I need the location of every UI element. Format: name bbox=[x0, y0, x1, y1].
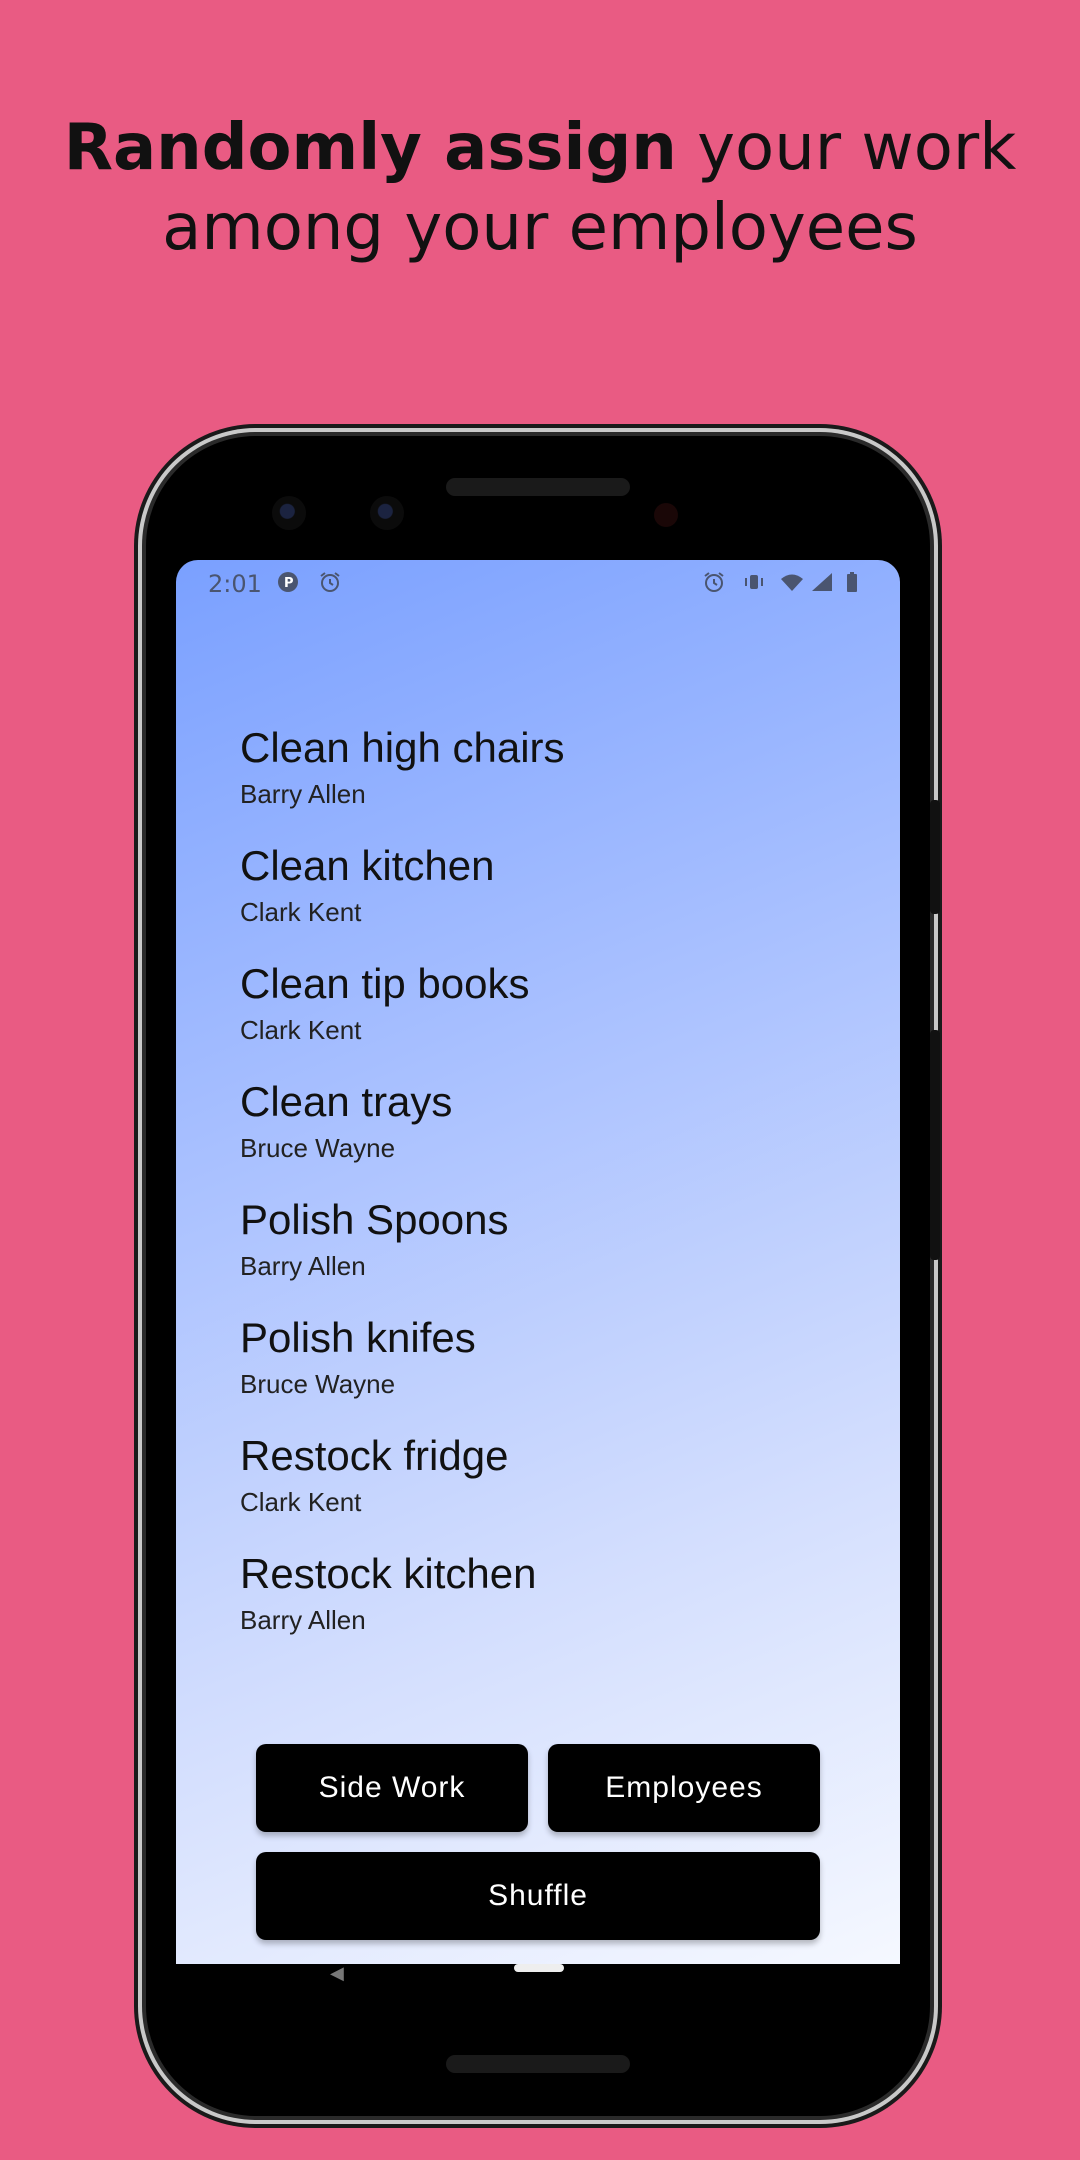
list-item[interactable]: Clean kitchen Clark Kent bbox=[240, 838, 860, 956]
vibrate-icon bbox=[742, 570, 766, 594]
headline-rest-text: your work bbox=[676, 111, 1017, 185]
side-work-button[interactable]: Side Work bbox=[256, 1744, 528, 1832]
assigned-employee: Clark Kent bbox=[240, 1487, 362, 1517]
volume-button bbox=[930, 1030, 940, 1260]
top-speaker bbox=[446, 478, 630, 496]
task-title: Clean tip books bbox=[240, 960, 530, 1007]
back-icon[interactable]: ◀ bbox=[330, 1964, 344, 1984]
assigned-employee: Barry Allen bbox=[240, 779, 366, 809]
task-title: Clean kitchen bbox=[240, 842, 495, 889]
task-title: Restock kitchen bbox=[240, 1550, 537, 1597]
front-camera-icon bbox=[370, 496, 404, 530]
wifi-icon bbox=[780, 570, 804, 594]
task-title: Clean high chairs bbox=[240, 724, 565, 771]
assigned-employee: Bruce Wayne bbox=[240, 1133, 396, 1163]
svg-text:P: P bbox=[284, 576, 294, 591]
assigned-employee: Barry Allen bbox=[240, 1605, 366, 1635]
task-title: Restock fridge bbox=[240, 1432, 509, 1479]
proximity-sensor bbox=[654, 503, 678, 527]
alarm-icon bbox=[702, 570, 726, 594]
assigned-employee: Clark Kent bbox=[240, 1015, 362, 1045]
battery-icon bbox=[840, 570, 864, 594]
list-item[interactable]: Clean high chairs Barry Allen bbox=[240, 720, 860, 838]
list-item[interactable]: Polish Spoons Barry Allen bbox=[240, 1192, 860, 1310]
task-title: Polish knifes bbox=[240, 1314, 476, 1361]
alarm-icon bbox=[318, 570, 342, 594]
headline-line-1: Randomly assign your work bbox=[0, 108, 1080, 188]
list-item[interactable]: Restock kitchen Barry Allen bbox=[240, 1546, 860, 1664]
status-time: 2:01 bbox=[208, 570, 262, 598]
headline-bold-text: Randomly assign bbox=[63, 111, 677, 185]
promo-headline: Randomly assign your work among your emp… bbox=[0, 108, 1080, 268]
status-bar: 2:01 P bbox=[176, 560, 900, 604]
list-item[interactable]: Restock fridge Clark Kent bbox=[240, 1428, 860, 1546]
task-title: Clean trays bbox=[240, 1078, 453, 1125]
app-screen: 2:01 P Clean high chairs Barry Allen Cle… bbox=[176, 560, 900, 1964]
list-item[interactable]: Clean tip books Clark Kent bbox=[240, 956, 860, 1074]
bottom-speaker bbox=[446, 2055, 630, 2073]
list-item[interactable]: Clean trays Bruce Wayne bbox=[240, 1074, 860, 1192]
assigned-employee: Barry Allen bbox=[240, 1251, 366, 1281]
front-camera-icon bbox=[272, 496, 306, 530]
list-item[interactable]: Polish knifes Bruce Wayne bbox=[240, 1310, 860, 1428]
headline-line-2: among your employees bbox=[162, 191, 918, 265]
power-button bbox=[930, 800, 940, 914]
assigned-employee: Bruce Wayne bbox=[240, 1369, 396, 1399]
shuffle-button[interactable]: Shuffle bbox=[256, 1852, 820, 1940]
p-circle-icon: P bbox=[276, 570, 300, 594]
work-assignment-list: Clean high chairs Barry Allen Clean kitc… bbox=[240, 720, 860, 1664]
assigned-employee: Clark Kent bbox=[240, 897, 362, 927]
signal-icon bbox=[810, 570, 834, 594]
employees-button[interactable]: Employees bbox=[548, 1744, 820, 1832]
task-title: Polish Spoons bbox=[240, 1196, 509, 1243]
home-icon[interactable] bbox=[514, 1964, 564, 1972]
navigation-bar: ◀ bbox=[176, 1964, 900, 2004]
